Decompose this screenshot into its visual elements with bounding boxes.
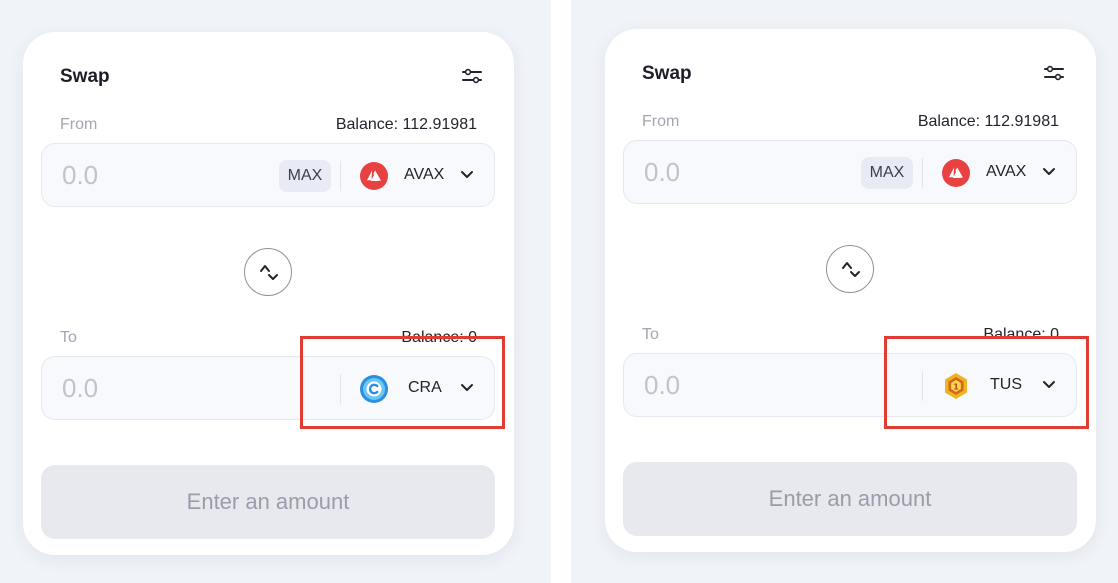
enter-amount-button[interactable]: Enter an amount xyxy=(41,465,495,539)
from-input-box: 0.0 MAX AVAX xyxy=(41,143,495,207)
swap-direction-icon xyxy=(260,265,278,280)
swap-direction-button[interactable] xyxy=(826,245,874,293)
max-button[interactable]: MAX xyxy=(279,160,331,192)
divider xyxy=(340,161,341,191)
chevron-down-icon[interactable] xyxy=(460,170,474,180)
card-title: Swap xyxy=(642,63,692,84)
highlight-box-left xyxy=(300,336,505,429)
from-input-box: 0.0 MAX AVAX xyxy=(623,140,1077,204)
swap-direction-icon xyxy=(842,262,860,277)
swap-card-right: Swap From Balance: 112.91981 0.0 MAX AVA… xyxy=(605,29,1096,552)
from-label: From xyxy=(60,116,98,133)
from-amount-input[interactable]: 0.0 xyxy=(62,160,98,191)
enter-amount-button[interactable]: Enter an amount xyxy=(623,462,1077,536)
from-balance: Balance: 112.91981 xyxy=(917,113,1059,130)
divider xyxy=(922,158,923,188)
swap-card-left: Swap From Balance: 112.91981 0.0 MAX AVA… xyxy=(23,32,514,555)
from-token-name[interactable]: AVAX xyxy=(404,166,444,184)
card-title: Swap xyxy=(60,66,110,87)
from-token-name[interactable]: AVAX xyxy=(986,163,1026,181)
from-amount-input[interactable]: 0.0 xyxy=(644,157,680,188)
from-balance: Balance: 112.91981 xyxy=(335,116,477,133)
sliders-icon[interactable] xyxy=(462,68,482,84)
from-label: From xyxy=(642,113,680,130)
swap-direction-button[interactable] xyxy=(244,248,292,296)
avax-token-icon[interactable] xyxy=(360,162,388,190)
to-amount-input[interactable]: 0.0 xyxy=(644,370,680,401)
max-button[interactable]: MAX xyxy=(861,157,913,189)
sliders-icon[interactable] xyxy=(1044,65,1064,81)
to-amount-input[interactable]: 0.0 xyxy=(62,373,98,404)
to-label: To xyxy=(642,326,659,343)
avax-token-icon[interactable] xyxy=(942,159,970,187)
chevron-down-icon[interactable] xyxy=(1042,167,1056,177)
highlight-box-right xyxy=(884,336,1089,429)
to-label: To xyxy=(60,329,77,346)
